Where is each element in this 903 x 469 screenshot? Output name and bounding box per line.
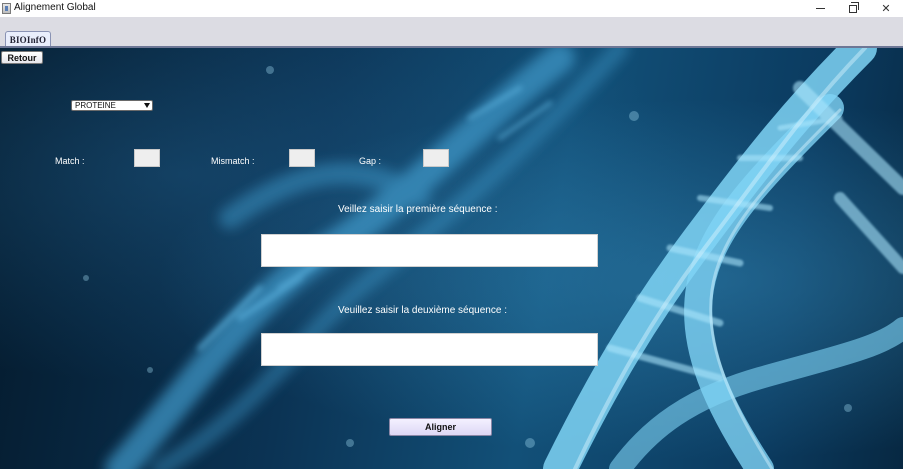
close-icon: ✕ xyxy=(881,3,891,15)
back-button[interactable]: Retour xyxy=(1,51,43,64)
sequence1-prompt: Veillez saisir la première séquence : xyxy=(338,204,498,215)
tab-bioinfo[interactable]: BIOInfO xyxy=(5,31,51,47)
restore-icon xyxy=(849,1,859,13)
gap-score-input[interactable] xyxy=(423,149,449,167)
tab-strip: BIOInfO xyxy=(0,17,903,48)
gap-label: Gap : xyxy=(359,156,382,166)
mismatch-score-input[interactable] xyxy=(289,149,315,167)
sequence-type-select[interactable]: PROTEINE xyxy=(71,100,153,111)
minimize-button[interactable] xyxy=(803,0,837,17)
title-bar[interactable]: Alignement Global ✕ xyxy=(0,0,903,17)
minimize-icon xyxy=(815,8,825,9)
align-button[interactable]: Aligner xyxy=(389,418,492,436)
sequence-type-value: PROTEINE xyxy=(75,101,116,110)
sequence2-prompt: Veuillez saisir la deuxième séquence : xyxy=(338,305,507,316)
sequence2-input[interactable] xyxy=(261,333,598,366)
sequence1-input[interactable] xyxy=(261,234,598,267)
mismatch-label: Mismatch : xyxy=(211,156,255,166)
match-label: Match : xyxy=(55,156,85,166)
match-score-input[interactable] xyxy=(134,149,160,167)
chevron-down-icon[interactable] xyxy=(142,101,152,110)
application-window: Alignement Global ✕ BIOInfO Retour PROTE… xyxy=(0,0,903,469)
java-app-icon xyxy=(2,3,11,14)
close-button[interactable]: ✕ xyxy=(869,0,903,17)
main-panel: Retour PROTEINE Match : Mismatch : Gap :… xyxy=(0,48,903,469)
window-title: Alignement Global xyxy=(14,2,96,13)
restore-button[interactable] xyxy=(836,0,870,17)
